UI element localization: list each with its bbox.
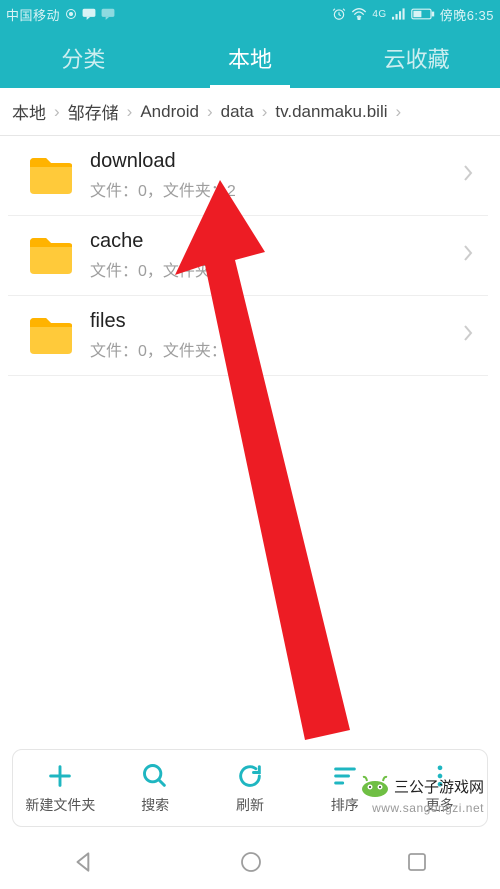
breadcrumb-item[interactable]: 本地 <box>4 99 54 124</box>
chevron-right-icon <box>462 163 474 188</box>
carrier-label: 中国移动 <box>6 5 60 24</box>
chat-icon-2 <box>101 8 115 20</box>
folder-name: files <box>90 310 462 333</box>
breadcrumb-item[interactable]: Android <box>132 102 207 122</box>
sort-icon <box>331 762 359 790</box>
time-label: 傍晚6:35 <box>440 5 494 24</box>
tab-label: 分类 <box>61 42 105 74</box>
network-badge: 4G <box>372 9 386 20</box>
folder-icon <box>28 316 74 356</box>
android-nav-bar <box>0 835 500 889</box>
tab-label: 本地 <box>228 42 272 74</box>
plus-icon <box>46 762 74 790</box>
refresh-icon <box>236 762 264 790</box>
list-item-body: download 文件：0，文件夹：2 <box>90 150 462 201</box>
search-button[interactable]: 搜索 <box>108 750 203 826</box>
alarm-icon <box>332 7 346 21</box>
folder-icon <box>28 236 74 276</box>
new-folder-button[interactable]: 新建文件夹 <box>13 750 108 826</box>
folder-icon <box>28 156 74 196</box>
breadcrumb-item[interactable]: 邹存储 <box>60 99 127 124</box>
folder-subtext: 文件：0，文件夹：6 <box>90 337 462 361</box>
battery-icon <box>411 8 435 20</box>
folder-subtext: 文件：0，文件夹：2 <box>90 177 462 201</box>
tab-local[interactable]: 本地 <box>167 28 334 88</box>
button-label: 新建文件夹 <box>25 795 95 815</box>
search-icon <box>141 762 169 790</box>
folder-subtext: 文件：0，文件夹：4 <box>90 257 462 281</box>
refresh-button[interactable]: 刷新 <box>203 750 298 826</box>
breadcrumb: 本地 › 邹存储 › Android › data › tv.danmaku.b… <box>0 88 500 136</box>
status-bar: 中国移动 4G 傍晚6:35 <box>0 0 500 28</box>
breadcrumb-item[interactable]: data <box>213 102 262 122</box>
list-item[interactable]: cache 文件：0，文件夹：4 <box>8 216 488 296</box>
chevron-right-icon: › <box>396 102 402 122</box>
tab-cloud[interactable]: 云收藏 <box>333 28 500 88</box>
status-left: 中国移动 <box>6 5 115 24</box>
list-item[interactable]: files 文件：0，文件夹：6 <box>8 296 488 376</box>
list-item-body: cache 文件：0，文件夹：4 <box>90 230 462 281</box>
chat-icon <box>82 8 96 20</box>
button-label: 刷新 <box>236 795 264 815</box>
button-label: 搜索 <box>141 795 169 815</box>
location-icon <box>65 8 77 20</box>
chevron-right-icon <box>462 243 474 268</box>
wifi-icon <box>351 8 367 20</box>
brand-logo-icon <box>360 775 390 797</box>
breadcrumb-item[interactable]: tv.danmaku.bili <box>267 102 395 122</box>
list-item-body: files 文件：0，文件夹：6 <box>90 310 462 361</box>
nav-recent-button[interactable] <box>405 850 429 874</box>
tab-label: 云收藏 <box>384 42 450 74</box>
nav-home-button[interactable] <box>239 850 263 874</box>
chevron-right-icon <box>462 323 474 348</box>
tab-bar: 分类 本地 云收藏 <box>0 28 500 88</box>
folder-name: download <box>90 150 462 173</box>
signal-icon <box>392 8 406 20</box>
tab-category[interactable]: 分类 <box>0 28 167 88</box>
folder-list: download 文件：0，文件夹：2 cache 文件：0，文件夹：4 fil… <box>0 136 500 376</box>
button-label: 排序 <box>331 795 359 815</box>
watermark-url: www.sangongzi.net <box>372 801 484 815</box>
folder-name: cache <box>90 230 462 253</box>
status-right: 4G 傍晚6:35 <box>332 5 494 24</box>
nav-back-button[interactable] <box>71 849 97 875</box>
watermark-text: 三公子游戏网 <box>394 776 484 797</box>
watermark-brand: 三公子游戏网 <box>360 775 484 797</box>
list-item[interactable]: download 文件：0，文件夹：2 <box>8 136 488 216</box>
